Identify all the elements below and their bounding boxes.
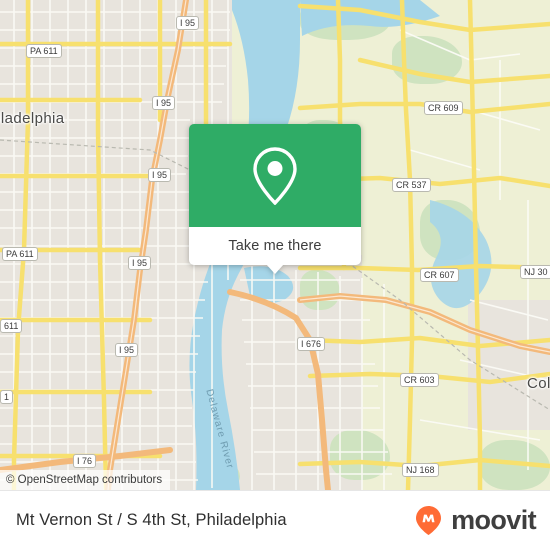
footer-bar: Mt Vernon St / S 4th St, Philadelphia mo… [0,490,550,550]
callout-action-bar[interactable]: Take me there [189,227,361,274]
road-shield: I 95 [148,168,172,182]
road-shield: 1 [0,390,14,404]
callout-header [189,124,361,227]
take-me-there-label: Take me there [228,238,322,254]
road-shield: CR 603 [400,373,439,387]
road-shield: CR 537 [392,178,431,192]
screenshot-root: Delaware River Philadelphia Col I 95 PA … [0,0,550,550]
moovit-pin-icon [416,506,442,535]
map-canvas[interactable]: Delaware River Philadelphia Col I 95 PA … [0,0,550,490]
road-shield: I 76 [73,454,97,468]
road-shield: PA 611 [2,247,38,261]
road-shield: I 95 [115,343,139,357]
place-label-col: Col [527,375,550,392]
road-shield: 611 [0,319,23,333]
moovit-wordmark: moovit [451,505,537,535]
road-shield: I 676 [297,337,326,351]
place-label-philadelphia: Philadelphia [0,110,65,127]
road-shield: NJ 30 [520,265,550,279]
road-shield: NJ 168 [402,463,439,477]
location-pin-icon [253,146,297,205]
take-me-there-callout[interactable]: Take me there [189,124,361,274]
location-title: Mt Vernon St / S 4th St, Philadelphia [16,511,287,529]
moovit-brand[interactable]: moovit [413,505,537,536]
road-shield: I 95 [152,96,176,110]
callout-tail [266,264,284,274]
road-shield: PA 611 [26,44,62,58]
road-shield: CR 609 [424,101,463,115]
road-shield: CR 607 [420,268,459,282]
map-attribution: © OpenStreetMap contributors [0,470,171,490]
road-shield: I 95 [128,256,152,270]
road-shield: I 95 [176,16,200,30]
